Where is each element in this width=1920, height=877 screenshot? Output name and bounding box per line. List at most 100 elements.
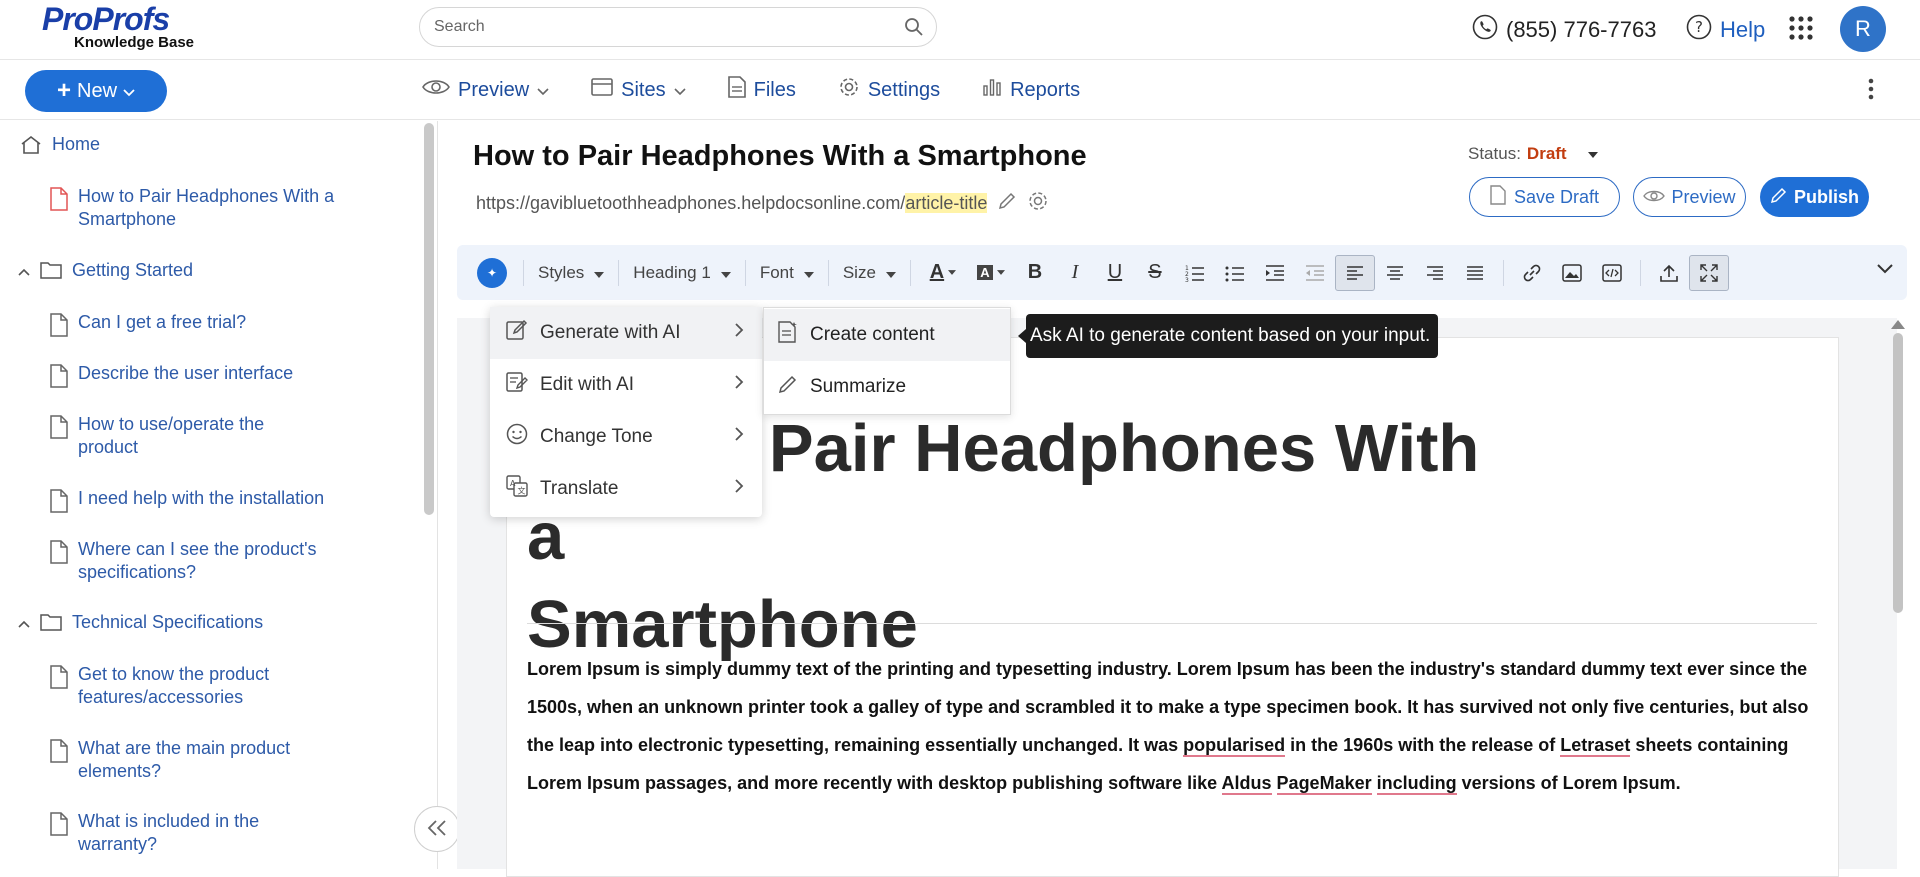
svg-text:文: 文 — [518, 486, 526, 496]
size-label: Size — [842, 262, 876, 282]
sidebar-item-label: Describe the user interface — [78, 363, 294, 383]
menu-item-change-tone[interactable]: Change Tone — [490, 411, 762, 463]
sidebar-section-technical-specifications[interactable]: Technical Specifications — [18, 611, 263, 637]
logo[interactable]: ProProfs Knowledge Base — [42, 2, 194, 50]
nav-sites-label: Sites — [621, 78, 666, 101]
save-draft-button[interactable]: Save Draft — [1469, 177, 1620, 217]
font-dropdown[interactable]: Font — [754, 263, 820, 283]
sidebar-item-article[interactable]: What are the main product elements? — [50, 737, 350, 783]
bullet-list-icon[interactable] — [1215, 255, 1255, 291]
nav-settings[interactable]: Settings — [838, 76, 940, 104]
search-icon[interactable] — [904, 17, 924, 42]
background-color-icon[interactable]: A — [967, 255, 1015, 291]
sidebar-section-getting-started[interactable]: Getting Started — [18, 259, 193, 285]
publish-button[interactable]: Publish — [1760, 177, 1869, 217]
help-link[interactable]: ? Help — [1686, 14, 1765, 46]
url-settings-icon[interactable] — [1027, 190, 1049, 217]
nav-reports-label: Reports — [1010, 78, 1081, 101]
nav-sites[interactable]: Sites — [591, 76, 686, 104]
article-title-area: How to Pair Headphones With a Smartphone — [473, 140, 1087, 173]
outdent-icon[interactable] — [1295, 255, 1335, 291]
fullscreen-icon[interactable] — [1688, 254, 1729, 291]
submenu-item-label: Summarize — [810, 376, 907, 397]
edit-url-icon[interactable] — [997, 191, 1017, 216]
numbered-list-icon[interactable]: 123 — [1175, 255, 1215, 291]
code-icon[interactable] — [1592, 255, 1632, 291]
nav-reports[interactable]: Reports — [982, 76, 1080, 104]
article-body[interactable]: Lorem Ipsum is simply dummy text of the … — [527, 650, 1822, 802]
nav-files[interactable]: Files — [727, 76, 796, 104]
editor-scroll-up-icon[interactable] — [1891, 320, 1905, 329]
phone-number[interactable]: (855) 776-7763 — [1472, 14, 1656, 46]
sidebar-item-article[interactable]: I need help with the installation — [50, 487, 370, 519]
sidebar-item-article[interactable]: What is included in the warranty? — [50, 810, 350, 856]
publish-label: Publish — [1793, 186, 1859, 207]
sidebar-item-article[interactable]: Can I get a free trial? — [50, 311, 350, 343]
bold-icon[interactable]: B — [1015, 255, 1055, 291]
gear-icon — [838, 76, 860, 104]
collapse-sidebar-button[interactable] — [414, 806, 460, 852]
sidebar-item-article[interactable]: Where can I see the product's specificat… — [50, 538, 350, 584]
chevron-up-icon — [18, 613, 30, 636]
size-dropdown[interactable]: Size — [837, 263, 902, 283]
submenu-item-create-content[interactable]: Create content — [764, 309, 1010, 361]
article-title[interactable]: How to Pair Headphones With a Smartphone — [473, 140, 1087, 173]
sidebar-item-current-article[interactable]: How to Pair Headphones With a Smartphone — [50, 185, 350, 231]
link-icon[interactable] — [1512, 255, 1552, 291]
sidebar-item-label: Where can I see the product's specificat… — [78, 539, 317, 582]
folder-icon — [40, 613, 62, 637]
chevron-right-icon — [734, 478, 744, 500]
align-center-icon[interactable] — [1375, 255, 1415, 291]
sidebar-item-article[interactable]: How to use/operate the product — [50, 413, 350, 459]
upload-icon[interactable] — [1649, 255, 1689, 291]
toolbar-divider — [909, 259, 911, 286]
preview-button[interactable]: Preview — [1633, 177, 1746, 217]
document-icon — [50, 665, 68, 695]
nav-bar: + New Preview Sites Files Settings Repor… — [0, 60, 1920, 120]
menu-item-translate[interactable]: A文 Translate — [490, 463, 762, 515]
submenu-item-summarize[interactable]: Summarize — [764, 361, 1010, 413]
menu-item-label: Change Tone — [540, 426, 653, 447]
toolbar-expand-icon[interactable] — [1877, 261, 1893, 279]
avatar[interactable]: R — [1840, 6, 1886, 52]
sidebar-item-article[interactable]: Describe the user interface — [50, 362, 350, 394]
styles-dropdown[interactable]: Styles — [532, 263, 610, 283]
divider — [527, 623, 1817, 624]
brand-subtitle: Knowledge Base — [74, 34, 195, 51]
home-icon — [20, 135, 42, 161]
status-value: Draft — [1526, 144, 1567, 163]
document-edit-icon — [506, 371, 528, 399]
align-left-icon[interactable] — [1334, 254, 1375, 291]
nav-preview[interactable]: Preview — [422, 76, 549, 104]
more-options-icon[interactable] — [1868, 78, 1874, 105]
body-text-segment — [1272, 773, 1277, 793]
sidebar-scrollbar[interactable] — [424, 123, 434, 515]
underline-icon[interactable]: U — [1095, 255, 1135, 291]
document-icon — [50, 540, 68, 570]
indent-icon[interactable] — [1255, 255, 1295, 291]
search-input[interactable]: Search — [419, 7, 937, 47]
chevron-down-icon — [123, 80, 135, 103]
heading-dropdown[interactable]: Heading 1 — [627, 263, 737, 283]
toolbar-divider — [618, 259, 620, 286]
document-icon — [50, 812, 68, 842]
italic-icon[interactable]: I — [1055, 255, 1095, 291]
status-indicator[interactable]: Status: Draft — [1468, 144, 1599, 164]
editor-scrollbar[interactable] — [1893, 333, 1903, 613]
search-placeholder: Search — [434, 18, 485, 35]
apps-grid-icon[interactable] — [1788, 15, 1814, 46]
strikethrough-icon[interactable]: S — [1135, 255, 1175, 291]
new-button[interactable]: + New — [25, 70, 167, 112]
pencil-icon — [1770, 186, 1788, 209]
ai-assistant-button[interactable]: ✦ — [477, 257, 507, 288]
align-justify-icon[interactable] — [1455, 255, 1495, 291]
image-icon[interactable] — [1552, 255, 1592, 291]
sidebar-item-home[interactable]: Home — [20, 133, 100, 161]
align-right-icon[interactable] — [1415, 255, 1455, 291]
sidebar-item-article[interactable]: Get to know the product features/accesso… — [50, 663, 350, 709]
text-color-icon[interactable]: A — [919, 255, 967, 291]
nav-preview-label: Preview — [458, 78, 530, 101]
help-text: Help — [1720, 17, 1766, 42]
menu-item-generate-with-ai[interactable]: Generate with AI — [490, 307, 762, 359]
menu-item-edit-with-ai[interactable]: Edit with AI — [490, 359, 762, 411]
